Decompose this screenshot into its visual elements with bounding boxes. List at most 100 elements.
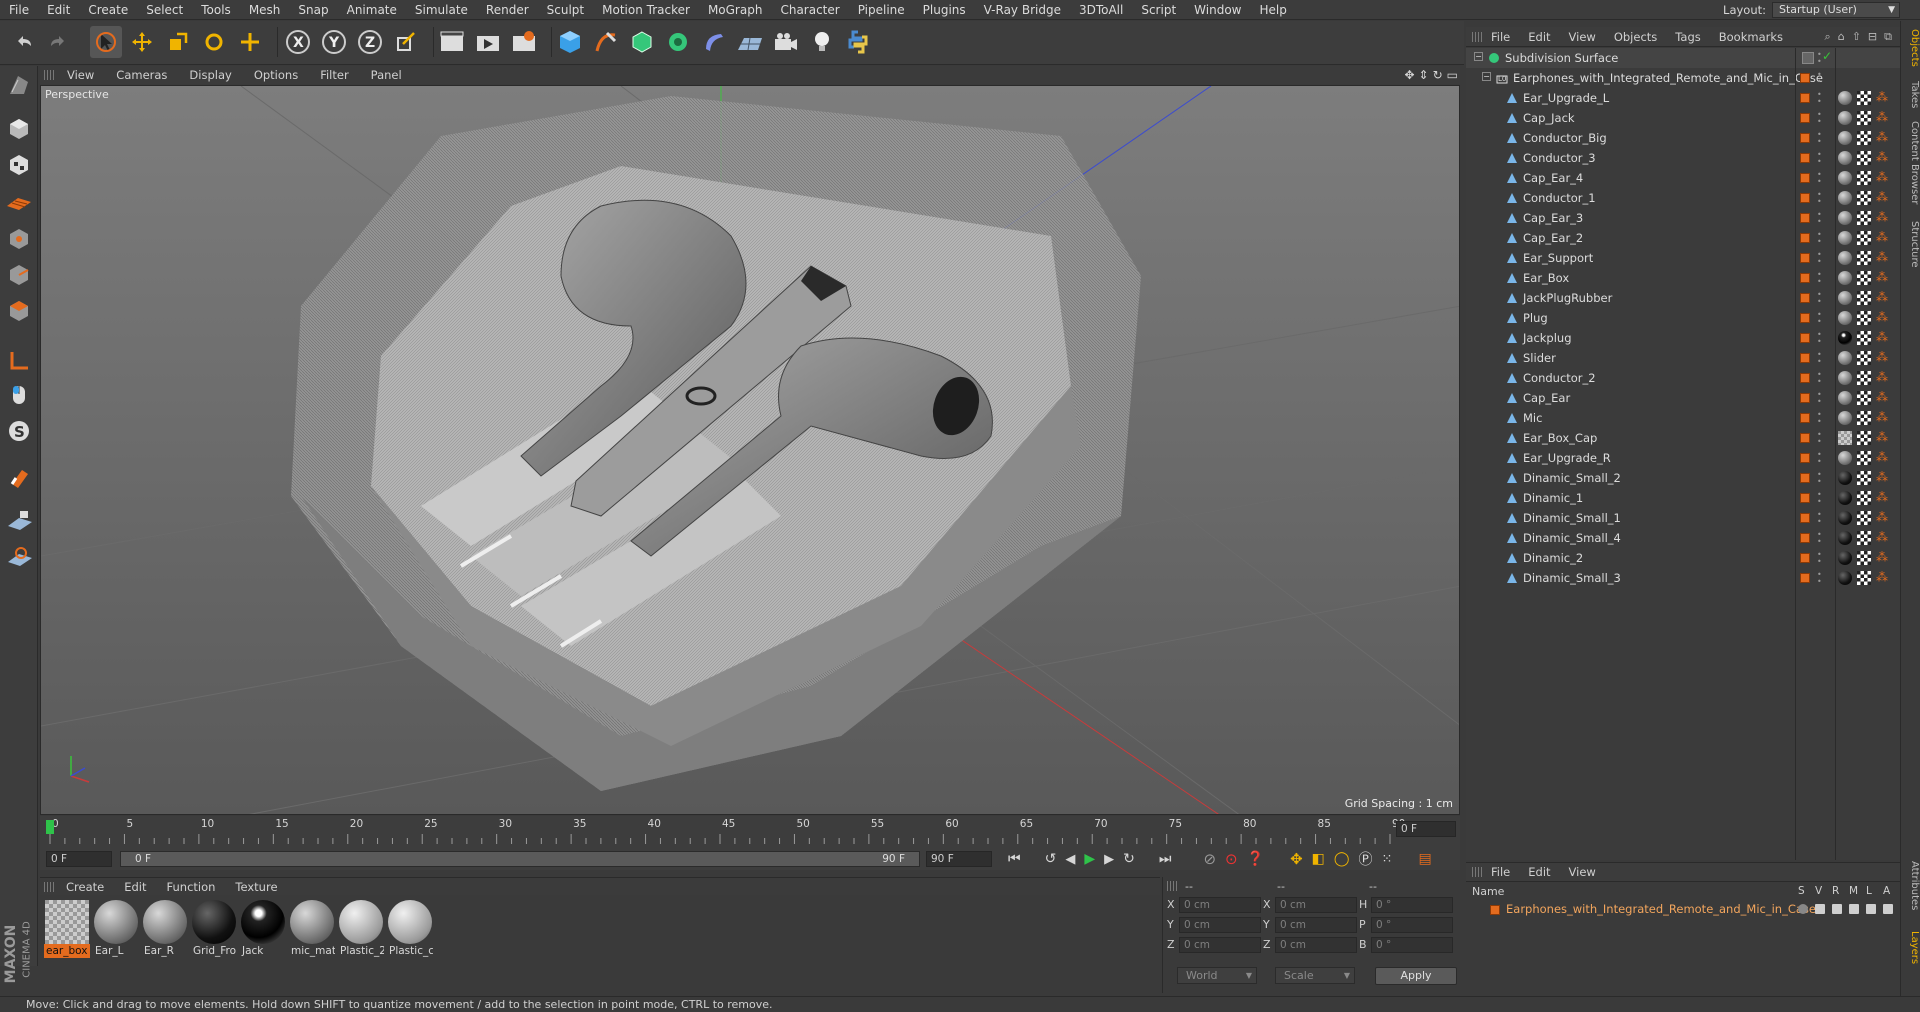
visibility-dots-icon[interactable]: • • [1817, 551, 1822, 566]
move-icon[interactable] [126, 26, 158, 58]
visibility-dots-icon[interactable]: • • [1817, 231, 1822, 246]
phong-tag-icon[interactable]: ⁂ [1876, 390, 1888, 404]
material-grid-fro[interactable]: Grid_Fro [191, 900, 237, 958]
select-arrow-icon[interactable] [90, 26, 122, 58]
phong-tag-icon[interactable]: ⁂ [1876, 150, 1888, 164]
new-window-icon[interactable]: ⧉ [1884, 30, 1892, 44]
visibility-dots-icon[interactable]: • • [1817, 431, 1822, 446]
texture-tag-icon[interactable] [1857, 311, 1871, 325]
panel-grip-icon[interactable] [1472, 867, 1482, 877]
side-tab-structure[interactable]: Structure [1902, 221, 1920, 268]
cube-icon[interactable] [554, 26, 586, 58]
search-icon[interactable]: ⌕ [1825, 30, 1831, 44]
menu-edit[interactable]: Edit [38, 0, 79, 20]
menu-help[interactable]: Help [1250, 0, 1295, 20]
filter-icon[interactable]: ⊟ [1868, 30, 1877, 44]
phong-tag-icon[interactable]: ⁂ [1876, 510, 1888, 524]
layer-render-icon[interactable] [1832, 904, 1842, 914]
menu-simulate[interactable]: Simulate [406, 0, 477, 20]
timeline[interactable]: 051015202530354045505560657075808590 0 F [40, 816, 1460, 848]
visibility-dots-icon[interactable]: • • [1817, 91, 1822, 106]
phong-tag-icon[interactable]: ⁂ [1876, 550, 1888, 564]
layer-solo-icon[interactable] [1798, 904, 1808, 914]
side-tab-takes[interactable]: Takes [1902, 81, 1920, 108]
redo-icon[interactable] [42, 26, 74, 58]
menu-mesh[interactable]: Mesh [240, 0, 290, 20]
side-tab-layers[interactable]: Layers [1902, 931, 1920, 964]
material-ear-r[interactable]: Ear_R [142, 900, 188, 958]
object-menu-file[interactable]: File [1482, 30, 1519, 44]
phong-tag-icon[interactable]: ⁂ [1876, 270, 1888, 284]
visibility-dots-icon[interactable]: • • [1817, 251, 1822, 266]
keyframe-selection-icon[interactable]: ❓ [1247, 851, 1264, 867]
menu-render[interactable]: Render [477, 0, 538, 20]
material-tag-icon[interactable] [1838, 331, 1852, 345]
texture-tag-icon[interactable] [1857, 511, 1871, 525]
visibility-dots-icon[interactable]: • • [1817, 371, 1822, 386]
fold-toggle-icon[interactable]: − [1482, 72, 1491, 81]
material-tag-icon[interactable] [1838, 451, 1852, 465]
python-icon[interactable] [842, 26, 874, 58]
menu-sculpt[interactable]: Sculpt [538, 0, 593, 20]
texture-tag-icon[interactable] [1857, 431, 1871, 445]
texture-tag-icon[interactable] [1857, 331, 1871, 345]
texture-tag-icon[interactable] [1857, 191, 1871, 205]
texture-tag-icon[interactable] [1857, 111, 1871, 125]
layer-menu-view[interactable]: View [1560, 865, 1605, 879]
next-frame-icon[interactable]: ▶ [1104, 852, 1114, 867]
viewport-menu-cameras[interactable]: Cameras [105, 68, 178, 82]
menu-plugins[interactable]: Plugins [914, 0, 975, 20]
coord-field-z[interactable]: 0 cm [1179, 937, 1261, 953]
visibility-dots-icon[interactable]: • • [1817, 411, 1822, 426]
material-menu-edit[interactable]: Edit [114, 880, 156, 894]
menu-tools[interactable]: Tools [192, 0, 240, 20]
texture-tag-icon[interactable] [1857, 531, 1871, 545]
viewport-menu-filter[interactable]: Filter [309, 68, 359, 82]
material-tag-icon[interactable] [1838, 411, 1852, 425]
object-menu-edit[interactable]: Edit [1519, 30, 1559, 44]
material-tag-icon[interactable] [1838, 491, 1852, 505]
z-axis-icon[interactable]: Z [354, 26, 386, 58]
panel-grip-icon[interactable] [1472, 31, 1482, 42]
side-tab-objects[interactable]: Objects [1902, 29, 1920, 67]
material-tag-icon[interactable] [1838, 471, 1852, 485]
coord-field-z[interactable]: 0 cm [1275, 937, 1357, 953]
scale-dropdown[interactable]: Scale ▼ [1275, 967, 1355, 984]
texture-tag-icon[interactable] [1857, 231, 1871, 245]
visibility-dots-icon[interactable]: • • [1817, 171, 1822, 186]
menu-create[interactable]: Create [79, 0, 137, 20]
material-tag-icon[interactable] [1838, 311, 1852, 325]
points-mode-icon[interactable] [3, 224, 35, 254]
visibility-dots-icon[interactable]: • • [1817, 451, 1822, 466]
viewport-menu-options[interactable]: Options [243, 68, 309, 82]
coord-field-p[interactable]: 0 ° [1371, 917, 1453, 933]
object-menu-tags[interactable]: Tags [1666, 30, 1709, 44]
visibility-dots-icon[interactable]: • • [1817, 151, 1822, 166]
coordinate-system-icon[interactable] [390, 26, 422, 58]
phong-tag-icon[interactable]: ⁂ [1876, 290, 1888, 304]
phong-tag-icon[interactable]: ⁂ [1876, 130, 1888, 144]
axis-mode-icon[interactable] [3, 346, 35, 376]
phong-tag-icon[interactable]: ⁂ [1876, 190, 1888, 204]
material-tag-icon[interactable] [1838, 391, 1852, 405]
world-dropdown[interactable]: World ▼ [1177, 967, 1257, 984]
texture-tag-icon[interactable] [1857, 371, 1871, 385]
undo-icon[interactable] [8, 26, 40, 58]
material-tag-icon[interactable] [1838, 251, 1852, 265]
home-icon[interactable]: ⌂ [1838, 30, 1845, 44]
texture-tag-icon[interactable] [1857, 131, 1871, 145]
visibility-dots-icon[interactable]: • • [1817, 391, 1822, 406]
render-picture-viewer-icon[interactable] [472, 26, 504, 58]
material-tag-icon[interactable] [1838, 151, 1852, 165]
material-tag-icon[interactable] [1838, 511, 1852, 525]
phong-tag-icon[interactable]: ⁂ [1876, 250, 1888, 264]
cloner-icon[interactable] [662, 26, 694, 58]
y-axis-icon[interactable]: Y [318, 26, 350, 58]
coord-field-x[interactable]: 0 cm [1275, 897, 1357, 913]
phong-tag-icon[interactable]: ⁂ [1876, 350, 1888, 364]
viewport-menu-panel[interactable]: Panel [360, 68, 413, 82]
visibility-dots-icon[interactable]: • • [1817, 351, 1822, 366]
menu-3dtoall[interactable]: 3DToAll [1070, 0, 1132, 20]
texture-tag-icon[interactable] [1857, 571, 1871, 585]
phong-tag-icon[interactable]: ⁂ [1876, 410, 1888, 424]
